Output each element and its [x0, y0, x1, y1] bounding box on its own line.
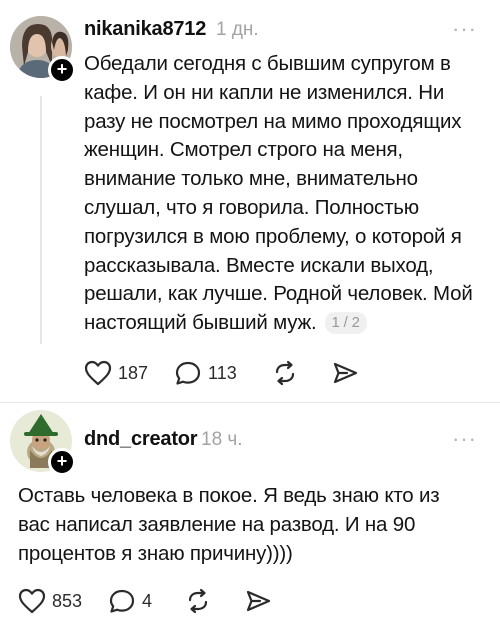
like-button[interactable]: 853 — [18, 588, 82, 614]
like-button[interactable]: 187 — [84, 360, 148, 386]
image-pager[interactable]: 1 / 2 — [324, 312, 367, 335]
post-divider — [0, 402, 500, 403]
repost-button[interactable] — [184, 588, 218, 614]
repost-icon — [275, 360, 294, 386]
comment-icon — [109, 589, 135, 613]
comment-button[interactable]: 113 — [174, 360, 237, 386]
post-text: Обедали сегодня с бывшим супругом в кафе… — [84, 50, 488, 338]
post-text-content: Обедали сегодня с бывшим супругом в кафе… — [84, 52, 473, 335]
reply-count: 4 — [142, 590, 153, 611]
share-icon — [246, 590, 271, 612]
post-text: Оставь человека в покое. Я ведь знаю кто… — [18, 484, 440, 565]
heart-icon — [84, 360, 112, 386]
post-nikanika8712: + nikanika8712 1 дн. ··· Обедали сегодня… — [0, 0, 500, 402]
thread-line — [40, 96, 42, 344]
comment-button[interactable]: 4 — [108, 588, 152, 614]
timestamp: 18 ч. — [201, 429, 243, 450]
like-count: 853 — [52, 590, 83, 611]
more-icon[interactable]: ··· — [452, 426, 477, 452]
share-button[interactable] — [331, 360, 365, 386]
share-icon — [333, 362, 357, 384]
username[interactable]: dnd_creator — [84, 428, 198, 451]
more-icon[interactable]: ··· — [452, 16, 477, 42]
follow-plus-icon[interactable]: + — [48, 448, 76, 476]
repost-icon — [188, 588, 208, 614]
comment-icon — [175, 361, 201, 385]
username[interactable]: nikanika8712 — [84, 18, 206, 41]
post-dnd-creator: + dnd_creator 18 ч. ··· Оставь человека … — [0, 402, 500, 636]
repost-button[interactable] — [271, 360, 305, 386]
follow-plus-icon[interactable]: + — [48, 56, 76, 84]
action-bar: 853 4 — [18, 588, 304, 614]
like-count: 187 — [118, 362, 149, 383]
heart-icon — [18, 588, 46, 614]
action-bar: 187 113 — [84, 360, 391, 386]
timestamp: 1 дн. — [216, 19, 259, 40]
share-button[interactable] — [244, 588, 278, 614]
reply-count: 113 — [208, 362, 237, 383]
